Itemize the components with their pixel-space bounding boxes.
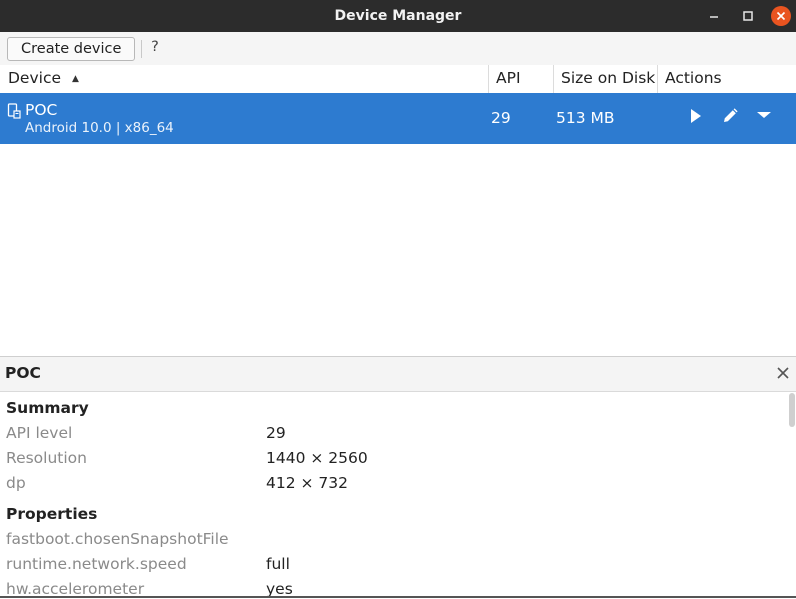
close-icon[interactable] [775,365,791,381]
device-api: 29 [491,109,511,127]
properties-heading: Properties [6,505,98,523]
maximize-icon[interactable] [738,6,758,26]
toolbar: Create device ? [0,32,796,66]
create-device-button[interactable]: Create device [7,37,136,61]
sort-ascending-icon: ▲ [71,74,79,84]
property-key: fastboot.chosenSnapshotFile [6,530,229,548]
title-bar: Device Manager [0,0,796,32]
close-icon[interactable] [771,6,791,26]
property-value: 1440 × 2560 [266,449,368,467]
device-phone-icon [7,103,21,123]
edit-icon[interactable] [720,106,740,126]
details-title: POC [5,364,41,382]
table-header: Device ▲ API Size on Disk Actions [0,65,796,94]
property-value: full [266,555,290,573]
window-title: Device Manager [334,8,462,24]
property-key: runtime.network.speed [6,555,187,573]
help-button[interactable]: ? [149,39,161,55]
property-value: 412 × 732 [266,474,349,492]
column-header-api[interactable]: API [496,65,521,93]
column-divider[interactable] [553,65,554,93]
column-header-actions: Actions [665,69,722,87]
column-header-device[interactable]: Device ▲ [8,65,79,93]
property-key: dp [6,474,26,492]
table-row[interactable]: POC Android 10.0 | x86_64 29 513 MB [0,93,796,144]
minimize-icon[interactable] [704,6,724,26]
column-header-device-label: Device [8,69,62,87]
column-divider[interactable] [657,65,658,93]
device-size: 513 MB [556,109,615,127]
dropdown-icon[interactable] [754,106,774,126]
summary-heading: Summary [6,399,89,417]
property-key: Resolution [6,449,87,467]
toolbar-separator [141,40,142,58]
play-icon[interactable] [686,106,706,126]
device-name: POC [25,101,58,119]
column-divider[interactable] [488,65,489,93]
details-scrollbar[interactable] [789,393,795,427]
details-panel: POC Summary API level 29 Resolution 1440… [0,356,796,599]
property-value: 29 [266,424,286,442]
device-subtitle: Android 10.0 | x86_64 [25,120,174,136]
column-header-size[interactable]: Size on Disk [561,65,655,93]
property-key: API level [6,424,73,442]
details-header: POC [0,357,796,392]
